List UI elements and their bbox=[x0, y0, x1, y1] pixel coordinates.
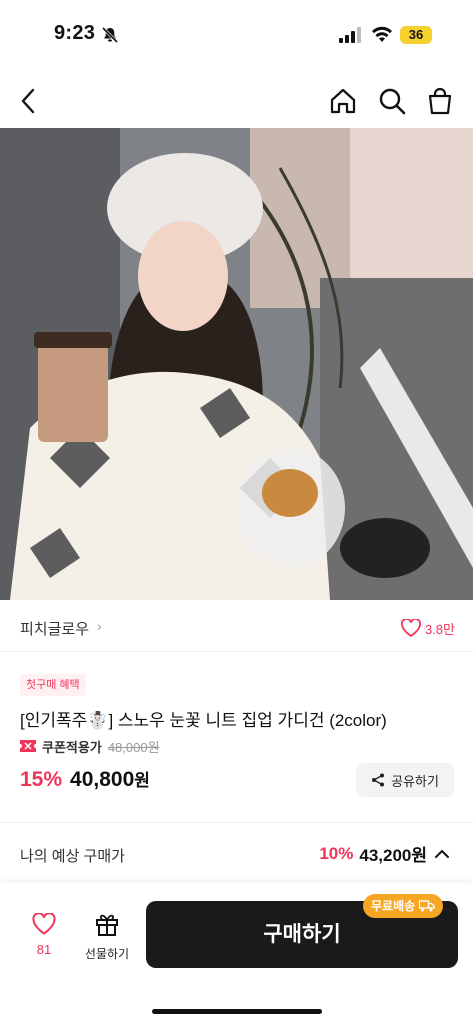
estimated-price-label: 나의 예상 구매가 bbox=[20, 848, 125, 865]
estimated-price: 43,200원 bbox=[359, 846, 427, 865]
heart-outline-icon bbox=[400, 619, 421, 637]
chevron-right-icon: › bbox=[97, 618, 102, 634]
bottom-action-bar: 81 선물하기 구매하기 무료배송 bbox=[0, 883, 473, 1024]
heart-outline-icon bbox=[32, 912, 56, 935]
top-nav bbox=[0, 78, 473, 122]
truck-icon bbox=[419, 900, 436, 912]
coupon-label: 쿠폰적용가 bbox=[42, 739, 102, 755]
shopping-bag-icon[interactable] bbox=[425, 86, 455, 116]
battery-indicator: 36 bbox=[400, 26, 432, 44]
share-label: 공유하기 bbox=[391, 773, 439, 789]
first-purchase-badge: 첫구매 혜택 bbox=[20, 674, 86, 696]
gift-icon bbox=[96, 914, 118, 936]
bell-off-icon bbox=[101, 26, 119, 44]
price-row: 15% 40,800원 bbox=[20, 766, 150, 796]
discount-rate: 15% bbox=[20, 768, 63, 791]
wishlist-count: 81 bbox=[36, 942, 52, 957]
share-button[interactable]: 공유하기 bbox=[356, 763, 454, 797]
home-icon[interactable] bbox=[328, 86, 358, 116]
home-indicator bbox=[152, 1009, 322, 1014]
share-icon bbox=[372, 773, 385, 787]
sale-price: 40,800 bbox=[70, 768, 135, 791]
currency-unit: 원 bbox=[134, 771, 150, 790]
wifi-icon bbox=[372, 26, 392, 42]
product-title: [인기폭주☃️] 스노우 눈꽃 니트 집업 가디건 (2color) bbox=[20, 711, 387, 730]
signal-icon bbox=[339, 27, 361, 43]
status-time: 9:23 bbox=[54, 22, 96, 44]
store-name[interactable]: 피치글로우 bbox=[20, 618, 89, 639]
chevron-left-icon[interactable] bbox=[14, 86, 44, 116]
chevron-up-icon[interactable] bbox=[433, 845, 451, 863]
coupon-row: 쿠폰적용가 48,000원 bbox=[20, 737, 160, 755]
status-bar: 9:23 36 bbox=[0, 0, 473, 70]
product-image[interactable]: peachglow bbox=[0, 128, 473, 600]
store-like-count: 3.8만 bbox=[424, 621, 455, 637]
store-row[interactable]: 피치글로우 › 3.8만 bbox=[0, 602, 473, 652]
original-price: 48,000원 bbox=[107, 739, 160, 755]
free-shipping-badge: 무료배송 bbox=[363, 894, 444, 918]
estimated-price-row[interactable]: 나의 예상 구매가 10% 43,200원 bbox=[0, 836, 473, 870]
free-shipping-label: 무료배송 bbox=[371, 899, 416, 913]
search-icon[interactable] bbox=[377, 86, 407, 116]
gift-label: 선물하기 bbox=[84, 947, 130, 961]
estimated-discount: 10% bbox=[319, 843, 354, 863]
store-like-button[interactable]: 3.8만 bbox=[400, 617, 455, 639]
wishlist-button[interactable]: 81 bbox=[22, 912, 66, 965]
divider bbox=[0, 822, 473, 823]
gift-button[interactable]: 선물하기 bbox=[78, 911, 136, 967]
coupon-icon bbox=[20, 740, 36, 752]
